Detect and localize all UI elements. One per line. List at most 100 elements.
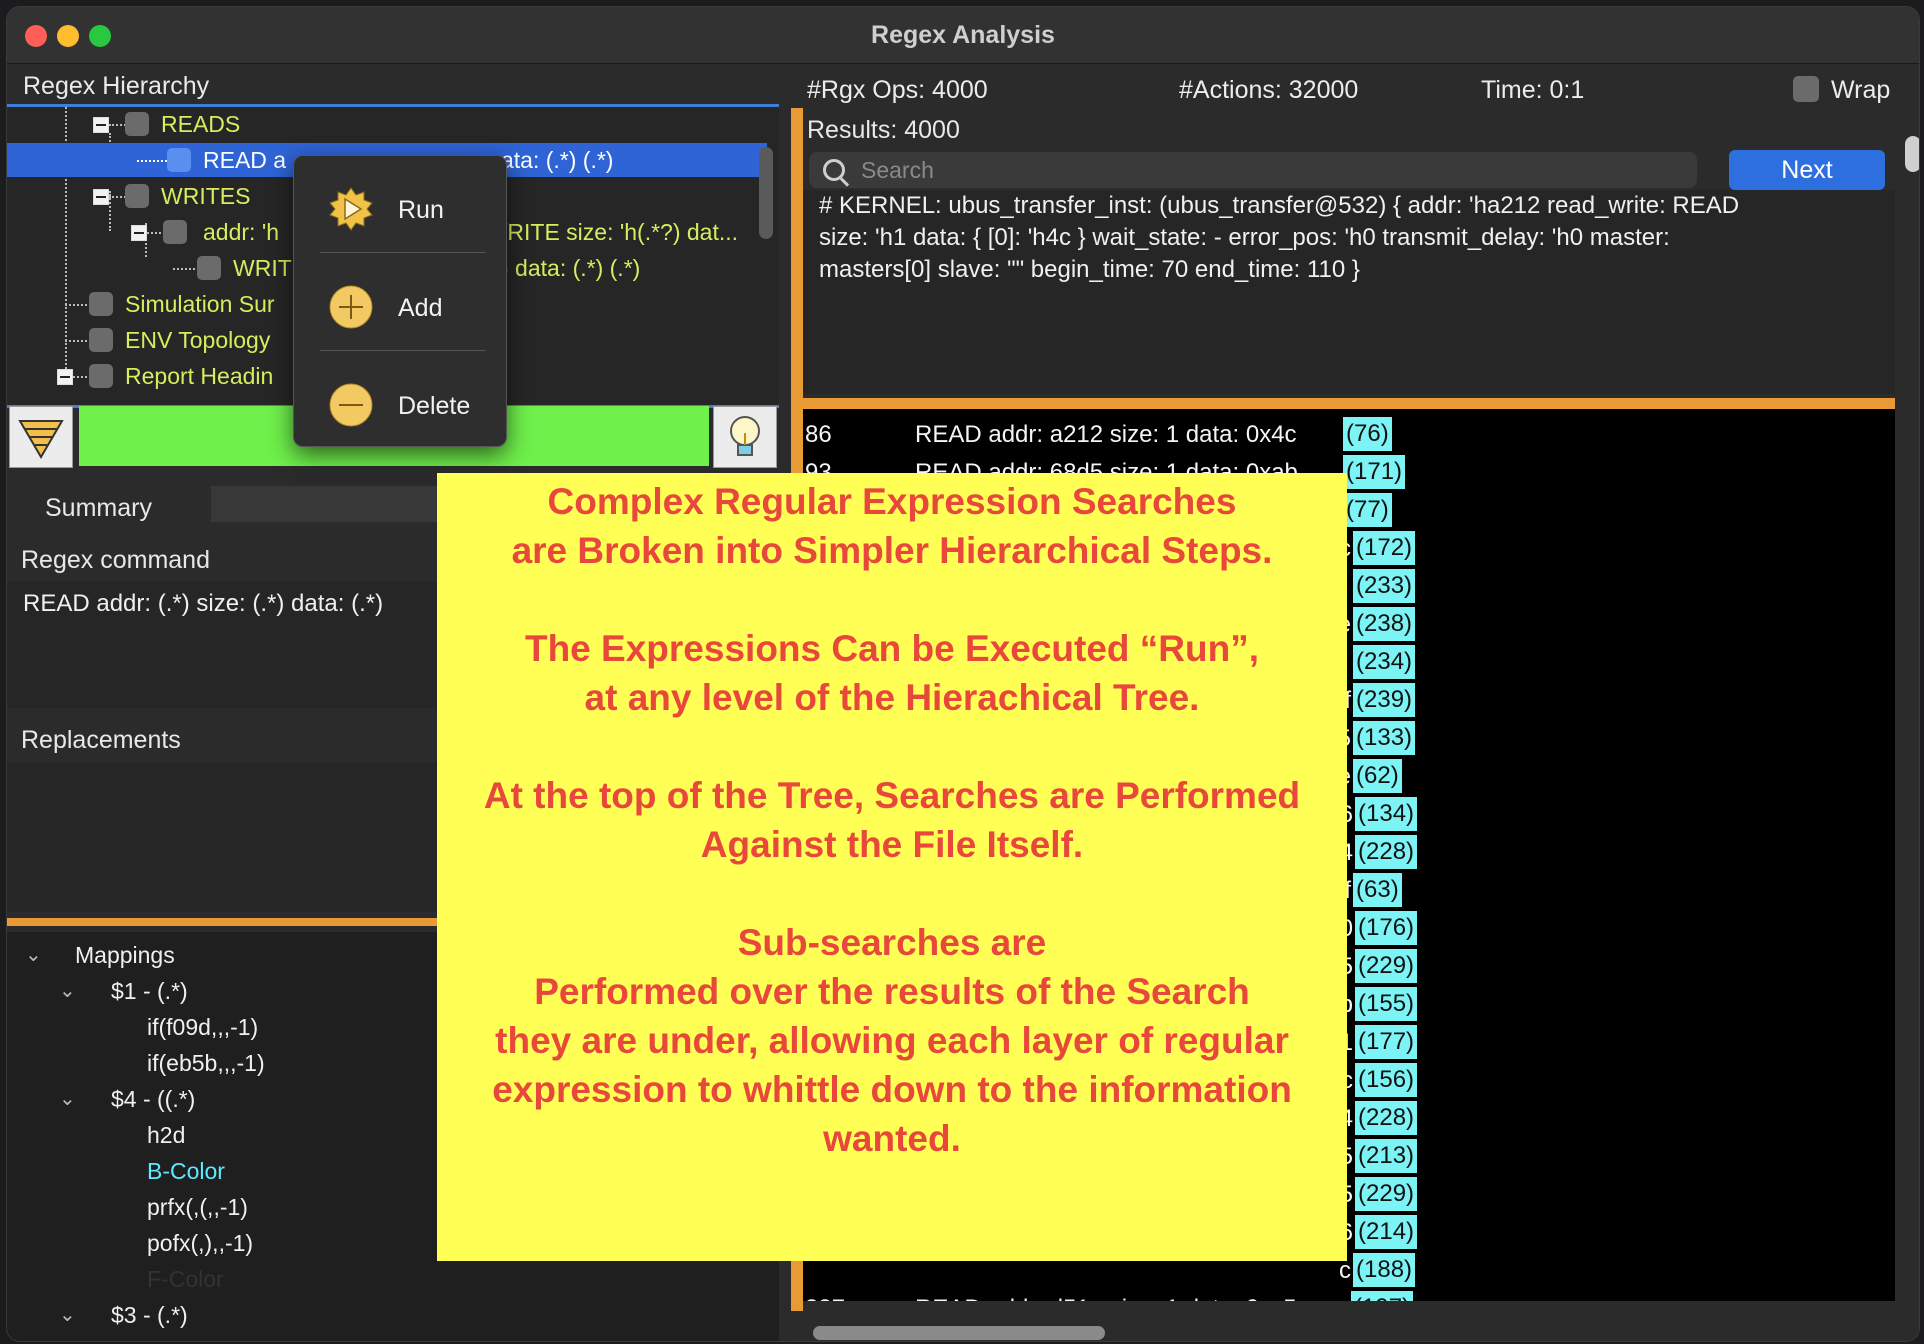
result-match-badge: (62) <box>1353 759 1402 793</box>
tree-label: READS <box>161 111 241 137</box>
next-button[interactable]: Next <box>1729 150 1885 190</box>
checkbox[interactable] <box>163 220 187 244</box>
result-match-badge: (77) <box>1343 493 1392 527</box>
search-placeholder: Search <box>861 157 934 183</box>
result-text: READ addr: a212 size: 1 data: 0x4c <box>915 421 1297 448</box>
tree-label: READ a <box>203 147 287 173</box>
result-match-badge: (238) <box>1353 607 1416 641</box>
result-match-badge: (172) <box>1353 531 1416 565</box>
record-line: # KERNEL: ubus_transfer_inst: (ubus_tran… <box>819 192 1740 219</box>
mapping-item[interactable]: if(eb5b,,,-1) <box>147 1050 265 1077</box>
record-line: size: 'h1 data: { [0]: 'h4c } wait_state… <box>819 224 1670 251</box>
tree-connector <box>65 304 91 306</box>
summary-label: Summary <box>45 494 152 522</box>
tree-label: Simulation Sur <box>125 291 275 317</box>
mappings-label: Mappings <box>75 942 175 968</box>
note-line: at any level of the Hierachical Tree. <box>584 677 1200 718</box>
checkbox[interactable] <box>89 328 113 352</box>
title-bar: Regex Analysis <box>7 7 1919 64</box>
mapping-item[interactable]: B-Color <box>147 1158 225 1185</box>
tree-connector <box>173 268 199 270</box>
tree-scrollbar[interactable] <box>759 147 773 239</box>
regex-command-text: READ addr: (.*) size: (.*) data: (.*) <box>23 590 384 617</box>
result-line-number: 86 <box>805 421 832 448</box>
result-match-badge: (233) <box>1353 569 1416 603</box>
result-match-badge: (176) <box>1355 911 1418 945</box>
chevron-down-icon[interactable]: ⌄ <box>59 978 76 1003</box>
checkbox[interactable] <box>197 256 221 280</box>
filter-button[interactable] <box>9 406 73 468</box>
note-line: Performed over the results of the Search <box>534 971 1250 1012</box>
note-line: expression to whittle down to the inform… <box>492 1069 1292 1110</box>
regex-command-label: Regex command <box>21 546 210 574</box>
tree-label: Report Headin <box>125 363 274 389</box>
collapse-icon[interactable] <box>93 189 109 205</box>
chevron-down-icon[interactable]: ⌄ <box>59 1086 76 1111</box>
add-icon <box>329 285 373 329</box>
checkbox[interactable] <box>89 364 113 388</box>
tree-label: WRIT <box>233 255 292 281</box>
tree-row-reads[interactable]: READS <box>7 107 779 141</box>
mapping-item[interactable]: h2d <box>147 1122 185 1149</box>
hint-button[interactable] <box>713 406 777 468</box>
tree-label: addr: 'h <box>203 219 279 245</box>
tree-label: ENV Topology <box>125 327 271 353</box>
tree-connector <box>65 340 91 342</box>
search-input[interactable]: Search <box>809 152 1697 188</box>
menu-separator <box>320 252 486 253</box>
mapping-group[interactable]: $1 - (.*) <box>111 978 188 1005</box>
collapse-icon[interactable] <box>131 225 147 241</box>
result-match-badge: (76) <box>1343 417 1392 451</box>
note-line: they are under, allowing each layer of r… <box>495 1020 1289 1061</box>
checkbox[interactable] <box>167 148 191 172</box>
note-line: The Expressions Can be Executed “Run”, <box>524 628 1260 669</box>
search-icon <box>823 159 845 181</box>
result-match-badge: (213) <box>1355 1139 1418 1173</box>
mapping-group[interactable]: $3 - (.*) <box>111 1302 188 1329</box>
result-match-badge: (188) <box>1353 1253 1416 1287</box>
mapping-item[interactable]: F-Color <box>147 1266 224 1293</box>
menu-item-label: Delete <box>398 392 471 420</box>
replacements-label: Replacements <box>21 726 181 754</box>
result-match-badge: (171) <box>1343 455 1406 489</box>
checkbox[interactable] <box>89 292 113 316</box>
tree-connector <box>137 160 167 162</box>
delete-icon <box>329 383 373 427</box>
result-match-badge: (155) <box>1355 987 1418 1021</box>
menu-item-run[interactable]: Run <box>294 168 506 248</box>
actions-count: #Actions: 32000 <box>1179 76 1359 104</box>
menu-item-delete[interactable]: Delete <box>294 364 506 444</box>
result-match-badge: (229) <box>1355 949 1418 983</box>
mapping-item[interactable]: if(f09d,,,-1) <box>147 1014 258 1041</box>
note-line: wanted. <box>823 1118 961 1159</box>
lightbulb-icon <box>730 416 760 456</box>
collapse-icon[interactable] <box>57 369 73 385</box>
checkbox[interactable] <box>125 184 149 208</box>
tree-label-tail: ata: (.*) (.*) <box>501 147 614 173</box>
note-line: are Broken into Simpler Hierarchical Ste… <box>511 530 1273 571</box>
result-match-badge: (214) <box>1355 1215 1418 1249</box>
note-line: Complex Regular Expression Searches <box>547 481 1237 522</box>
result-row[interactable]: 86 READ addr: a212 size: 1 data: 0x4c (76) <box>803 415 1895 453</box>
wrap-checkbox[interactable] <box>1793 76 1819 102</box>
result-row[interactable]: 337 READ addr: d51e size: 1 data: 0xc5 (19… <box>803 1289 1895 1301</box>
result-match-badge: (133) <box>1353 721 1416 755</box>
checkbox[interactable] <box>125 112 149 136</box>
tree-label: WRITES <box>161 183 251 209</box>
results-scrollbar[interactable] <box>1905 136 1919 172</box>
menu-item-add[interactable]: Add <box>294 266 506 346</box>
selected-record-text: # KERNEL: ubus_transfer_inst: (ubus_tran… <box>819 190 1889 286</box>
mapping-item[interactable]: pofx(,),,-1) <box>147 1230 253 1257</box>
filter-icon <box>18 420 64 459</box>
note-line: Sub-searches are <box>737 922 1047 963</box>
result-match-badge: (229) <box>1355 1177 1418 1211</box>
collapse-icon[interactable] <box>93 117 109 133</box>
chevron-down-icon[interactable]: ⌄ <box>25 942 42 967</box>
app-window: Regex Analysis Regex Hierarchy READS REA… <box>6 6 1920 1342</box>
mapping-item[interactable]: prfx(,(,,-1) <box>147 1194 248 1221</box>
rgx-ops-count: #Rgx Ops: 4000 <box>807 76 988 104</box>
horizontal-scrollbar[interactable] <box>813 1326 1105 1340</box>
mapping-group[interactable]: $4 - ((.*) <box>111 1086 195 1113</box>
menu-separator <box>320 350 486 351</box>
chevron-down-icon[interactable]: ⌄ <box>59 1302 76 1327</box>
